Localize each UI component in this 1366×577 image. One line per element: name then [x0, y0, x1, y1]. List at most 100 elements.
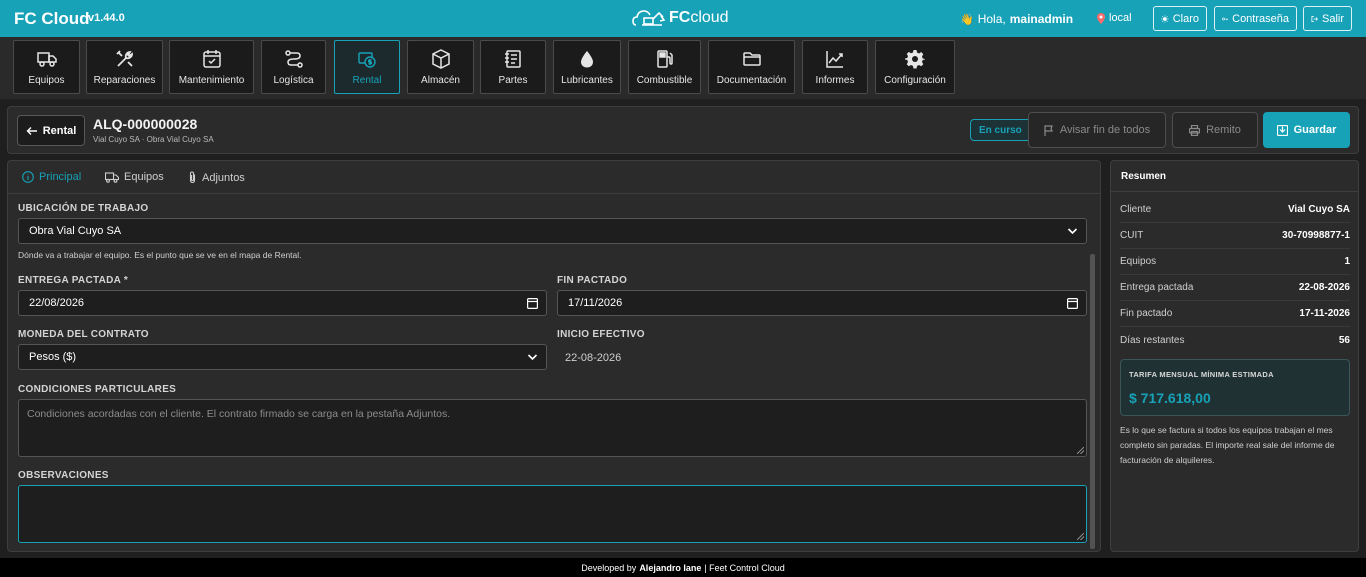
- summary-key: Entrega pactada: [1120, 282, 1194, 293]
- condiciones-placeholder: Condiciones acordadas con el cliente. El…: [27, 408, 451, 420]
- moneda-label: MONEDA DEL CONTRATO: [18, 329, 149, 340]
- logo-text-bold: FC: [669, 9, 691, 26]
- summary-key: Cliente: [1120, 204, 1152, 215]
- condiciones-label: CONDICIONES PARTICULARES: [18, 384, 177, 395]
- folder-icon: [742, 51, 761, 66]
- nav-label: Rental: [352, 74, 382, 86]
- nav-item-lubricantes[interactable]: Lubricantes: [553, 40, 621, 94]
- nav-item-mantenimiento[interactable]: Mantenimiento: [169, 40, 254, 94]
- arrow-left-icon: [26, 126, 37, 135]
- location-indicator: local: [1097, 12, 1132, 24]
- nav-label: Equipos: [28, 74, 65, 86]
- summary-value: 30-70998877-1: [1282, 230, 1350, 241]
- summary-key: Fin pactado: [1120, 308, 1173, 319]
- save-button[interactable]: Guardar: [1263, 112, 1350, 148]
- gear-icon: [905, 49, 925, 68]
- fin-value: 17/11/2026: [568, 297, 623, 309]
- fin-label: FIN PACTADO: [557, 275, 628, 286]
- divider: [1111, 191, 1358, 192]
- tab-label: Equipos: [124, 171, 164, 183]
- nav-label: Configuración: [884, 74, 946, 86]
- tab-principal[interactable]: Principal: [22, 171, 81, 183]
- back-button[interactable]: Rental: [17, 115, 85, 146]
- nav-label: Lubricantes: [561, 74, 613, 86]
- info-icon: [22, 171, 34, 183]
- save-icon: [1276, 124, 1288, 136]
- entrega-date-input[interactable]: 22/08/2026: [18, 290, 547, 316]
- tab-adjuntos[interactable]: Adjuntos: [188, 171, 245, 184]
- summary-key: Equipos: [1120, 256, 1157, 267]
- truck-icon: [36, 51, 57, 67]
- remit-button[interactable]: Remito: [1172, 112, 1258, 148]
- change-password-button[interactable]: Contraseña: [1214, 6, 1297, 31]
- notebook-icon: [505, 49, 521, 68]
- logout-icon: [1311, 15, 1318, 22]
- excavator-cloud-icon: [632, 10, 666, 26]
- nav-item-combustible[interactable]: Combustible: [628, 40, 701, 94]
- chevron-down-icon: [527, 354, 538, 361]
- nav-item-reparaciones[interactable]: Reparaciones: [86, 40, 163, 94]
- notify-end-all-button[interactable]: Avisar fin de todos: [1028, 112, 1166, 148]
- observaciones-textarea[interactable]: [18, 485, 1087, 543]
- back-button-label: Rental: [42, 124, 77, 137]
- tab-equipos[interactable]: Equipos: [105, 171, 164, 183]
- moneda-select[interactable]: Pesos ($): [18, 344, 547, 370]
- nav-label: Almacén: [421, 74, 460, 86]
- summary-value: 17-11-2026: [1299, 308, 1350, 319]
- record-code: ALQ-000000028: [93, 116, 198, 132]
- theme-toggle-button[interactable]: Claro: [1153, 6, 1207, 31]
- ubicacion-help: Dónde va a trabajar el equipo. Es el pun…: [18, 250, 302, 260]
- record-subtitle: Vial Cuyo SA · Obra Vial Cuyo SA: [93, 135, 214, 144]
- sun-icon: [1161, 14, 1169, 23]
- ubicacion-select[interactable]: Obra Vial Cuyo SA: [18, 218, 1087, 244]
- chevron-down-icon: [1067, 228, 1078, 235]
- nav-item-informes[interactable]: Informes: [802, 40, 868, 94]
- summary-row-equipos: Equipos 1: [1120, 249, 1350, 275]
- username: mainadmin: [1009, 12, 1074, 26]
- app-version: v1.44.0: [88, 12, 125, 24]
- footer-prefix: Developed by: [581, 562, 637, 573]
- nav-item-configuracion[interactable]: Configuración: [875, 40, 955, 94]
- nav-item-documentacion[interactable]: Documentación: [708, 40, 795, 94]
- flag-icon: [1044, 124, 1053, 136]
- form-scrollbar[interactable]: [1090, 254, 1095, 549]
- summary-title: Resumen: [1121, 171, 1167, 182]
- nav-label: Informes: [815, 74, 855, 86]
- nav-label: Documentación: [716, 74, 787, 86]
- nav-label: Partes: [498, 74, 528, 86]
- nav-label: Combustible: [636, 74, 693, 86]
- nav-label: Reparaciones: [93, 74, 156, 86]
- tarifa-label: TARIFA MENSUAL MÍNIMA ESTIMADA: [1129, 370, 1274, 379]
- greeting-prefix: Hola,: [977, 12, 1006, 26]
- tarifa-note: Es lo que se factura si todos los equipo…: [1120, 425, 1335, 465]
- nav-item-almacen[interactable]: Almacén: [407, 40, 474, 94]
- paperclip-icon: [189, 171, 196, 184]
- tab-label: Principal: [39, 171, 82, 183]
- nav-item-rental[interactable]: Rental: [334, 40, 400, 94]
- nav-item-partes[interactable]: Partes: [480, 40, 546, 94]
- summary-row-cliente: Cliente Vial Cuyo SA: [1120, 197, 1350, 223]
- moneda-value: Pesos ($): [29, 351, 77, 363]
- status-badge: En curso: [970, 119, 1031, 141]
- calendar-icon: [527, 298, 538, 309]
- save-label: Guardar: [1293, 124, 1337, 136]
- map-pin-icon: [1097, 12, 1105, 24]
- ubicacion-value: Obra Vial Cuyo SA: [29, 225, 122, 237]
- theme-toggle-label: Claro: [1172, 12, 1199, 25]
- nav-label: Logística: [273, 74, 314, 86]
- summary-value: 1: [1344, 256, 1350, 267]
- summary-panel: Resumen Cliente Vial Cuyo SA CUIT 30-709…: [1110, 160, 1359, 552]
- box-icon: [431, 48, 450, 69]
- nav-item-logistica[interactable]: Logística: [261, 40, 326, 94]
- tab-label: Adjuntos: [202, 171, 245, 184]
- logout-button[interactable]: Salir: [1303, 6, 1352, 31]
- key-icon: [1222, 17, 1228, 20]
- nav-item-equipos[interactable]: Equipos: [13, 40, 80, 94]
- logo-text-light: cloud: [690, 9, 729, 26]
- condiciones-textarea[interactable]: Condiciones acordadas con el cliente. El…: [18, 399, 1087, 457]
- fin-date-input[interactable]: 17/11/2026: [557, 290, 1087, 316]
- resize-handle[interactable]: [1077, 447, 1084, 454]
- top-bar: FC Cloud v1.44.0 FCcloud 👋 Hola, mainadm…: [0, 0, 1366, 37]
- resize-handle[interactable]: [1077, 533, 1084, 540]
- summary-row-fin: Fin pactado 17-11-2026: [1120, 301, 1350, 327]
